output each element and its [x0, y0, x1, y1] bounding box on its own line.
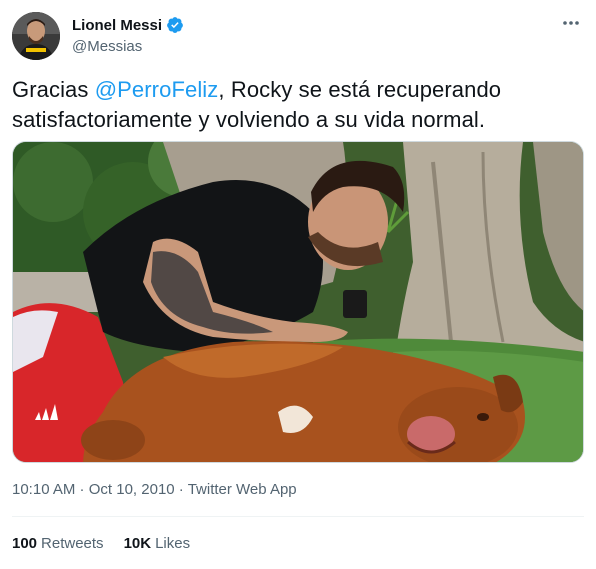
author-handle[interactable]: @Messias [72, 38, 142, 55]
engagement-stats: 100 Retweets 10K Likes [12, 535, 190, 552]
likes-label: Likes [155, 535, 191, 552]
retweets-label: Retweets [41, 535, 104, 552]
more-dots-icon [563, 21, 579, 25]
photo-illustration [13, 142, 583, 462]
tweet-meta: 10:10 AM · Oct 10, 2010 · Twitter Web Ap… [12, 481, 297, 498]
tweet-source[interactable]: Twitter Web App [188, 481, 297, 498]
likes-count: 10K [123, 535, 152, 552]
display-name[interactable]: Lionel Messi [72, 17, 162, 34]
likes-stat[interactable]: 10K Likes [124, 535, 191, 552]
author-name-row[interactable]: Lionel Messi [72, 15, 184, 35]
more-options-button[interactable] [560, 12, 582, 34]
tweet-date[interactable]: Oct 10, 2010 [89, 481, 175, 498]
verified-badge-icon [166, 16, 184, 34]
meta-separator: · [75, 481, 89, 498]
mention-link[interactable]: @PerroFeliz [95, 77, 219, 102]
tweet-card: Lionel Messi @Messias Gracias @PerroFeli… [0, 0, 596, 569]
avatar[interactable] [12, 12, 60, 60]
retweets-stat[interactable]: 100 Retweets [12, 535, 104, 552]
divider [12, 516, 584, 517]
tweet-text: Gracias @PerroFeliz, Rocky se está recup… [12, 75, 584, 135]
meta-separator-2: · [174, 481, 188, 498]
tweet-text-before: Gracias [12, 77, 95, 102]
tweet-time[interactable]: 10:10 AM [12, 481, 75, 498]
avatar-image [12, 12, 60, 60]
retweets-count: 100 [12, 535, 38, 552]
tweet-photo[interactable] [12, 141, 584, 463]
